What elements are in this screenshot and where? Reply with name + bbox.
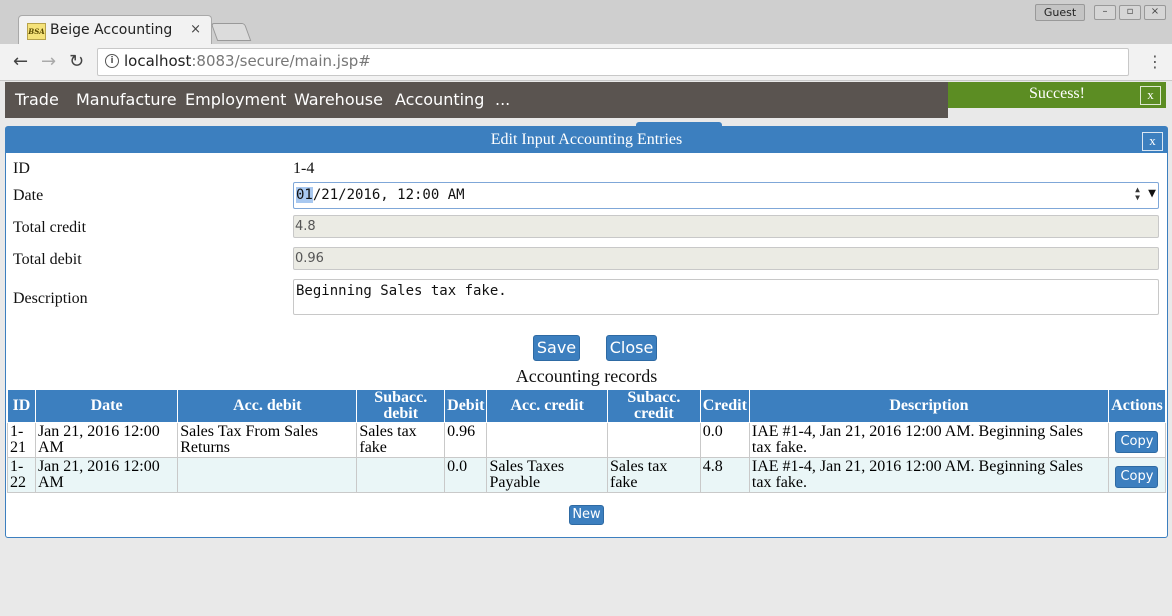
cell-subacc-debit: Sales tax fake	[356, 422, 446, 458]
cell-debit: 0.0	[444, 457, 488, 493]
tab-title: Beige Accounting	[50, 22, 173, 38]
dialog-close-button[interactable]: x	[1142, 132, 1163, 151]
close-button[interactable]: Close	[606, 335, 657, 361]
browser-tab[interactable]: BSA Beige Accounting ×	[18, 15, 212, 46]
table-row: 1-22 Jan 21, 2016 12:00 AM 0.0 Sales Tax…	[7, 457, 1167, 493]
col-header-acc-credit: Acc. credit	[486, 389, 608, 423]
url-host: localhost	[124, 52, 192, 70]
cell-actions: Copy	[1107, 422, 1167, 458]
browser-menu-icon[interactable]: ⋮	[1147, 52, 1163, 71]
col-header-date: Date	[34, 389, 179, 423]
cell-acc-debit: Sales Tax From Sales Returns	[177, 422, 358, 458]
description-textarea[interactable]: Beginning Sales tax fake.	[293, 279, 1159, 315]
date-spinner-icon[interactable]: ▲ ▼	[1135, 186, 1140, 202]
date-month-segment[interactable]: 01	[296, 187, 313, 203]
address-bar[interactable]: i localhost:8083/secure/main.jsp#	[97, 48, 1129, 76]
site-info-icon[interactable]: i	[105, 54, 119, 68]
tab-close-icon[interactable]: ×	[190, 22, 201, 37]
menu-item-manufacture[interactable]: Manufacture	[76, 90, 177, 109]
forward-icon[interactable]: →	[41, 51, 56, 72]
cell-date: Jan 21, 2016 12:00 AM	[34, 422, 179, 458]
cell-acc-debit	[177, 457, 358, 493]
id-value: 1-4	[293, 160, 315, 177]
description-label: Description	[13, 290, 88, 307]
cell-acc-credit: Sales Taxes Payable	[486, 457, 608, 493]
url-path: :8083/secure/main.jsp#	[191, 52, 371, 70]
app-favicon: BSA	[27, 23, 46, 40]
menu-item-trade[interactable]: Trade	[15, 90, 59, 109]
cell-credit: 0.0	[699, 422, 750, 458]
total-debit-label: Total debit	[13, 251, 82, 268]
new-record-button[interactable]: New	[569, 505, 604, 525]
save-button[interactable]: Save	[533, 335, 580, 361]
id-label: ID	[13, 160, 30, 177]
table-row: 1-21 Jan 21, 2016 12:00 AM Sales Tax Fro…	[7, 422, 1167, 458]
cell-id: 1-22	[7, 457, 36, 493]
records-title: Accounting records	[515, 366, 658, 386]
cell-debit: 0.96	[444, 422, 488, 458]
reload-icon[interactable]: ↻	[69, 51, 84, 72]
dialog-title: Edit Input Accounting Entries	[490, 131, 683, 148]
copy-button[interactable]: Copy	[1115, 431, 1159, 453]
copy-button[interactable]: Copy	[1115, 466, 1159, 488]
browser-titlebar: BSA Beige Accounting × Guest – ▫ ×	[0, 0, 1172, 46]
main-menu: Trade Manufacture Employment Warehouse A…	[5, 82, 948, 118]
total-credit-label: Total credit	[13, 219, 87, 236]
col-header-credit: Credit	[699, 389, 750, 423]
window-close-icon[interactable]: ×	[1144, 5, 1166, 20]
cell-subacc-debit	[356, 457, 446, 493]
total-debit-field: 0.96	[293, 247, 1159, 270]
col-header-debit: Debit	[444, 389, 488, 423]
menu-item-more[interactable]: ...	[495, 90, 510, 109]
date-rest: /21/2016, 12:00 AM	[312, 187, 465, 203]
cell-id: 1-21	[7, 422, 36, 458]
profile-badge[interactable]: Guest	[1035, 4, 1085, 21]
new-tab-button[interactable]	[210, 23, 252, 41]
maximize-icon[interactable]: ▫	[1119, 5, 1141, 20]
cell-description: IAE #1-4, Jan 21, 2016 12:00 AM. Beginni…	[748, 422, 1109, 458]
edit-entries-dialog: Edit Input Accounting Entries x ID 1-4 D…	[5, 126, 1168, 538]
minimize-icon[interactable]: –	[1094, 5, 1116, 20]
date-label: Date	[13, 187, 44, 204]
cell-description: IAE #1-4, Jan 21, 2016 12:00 AM. Beginni…	[748, 457, 1109, 493]
cell-subacc-credit	[607, 422, 701, 458]
dialog-header: Edit Input Accounting Entries x	[6, 127, 1167, 153]
col-header-actions: Actions	[1107, 389, 1167, 423]
table-header-row: ID Date Acc. debit Subacc. debit Debit A…	[7, 389, 1167, 423]
url-text: localhost:8083/secure/main.jsp#	[124, 52, 371, 70]
notification-close-button[interactable]: x	[1140, 86, 1161, 105]
col-header-subacc-debit: Subacc. debit	[356, 389, 446, 423]
back-icon[interactable]: ←	[13, 51, 28, 72]
menu-item-accounting[interactable]: Accounting	[395, 90, 484, 109]
browser-toolbar: ← → ↻ i localhost:8083/secure/main.jsp# …	[0, 44, 1172, 81]
col-header-subacc-credit: Subacc. credit	[607, 389, 701, 423]
cell-acc-credit	[486, 422, 608, 458]
total-credit-field: 4.8	[293, 215, 1159, 238]
menu-item-employment[interactable]: Employment	[185, 90, 286, 109]
col-header-description: Description	[748, 389, 1109, 423]
date-input[interactable]: 01/21/2016, 12:00 AM ▲ ▼ ▼	[293, 182, 1159, 209]
cell-credit: 4.8	[699, 457, 750, 493]
cell-actions: Copy	[1107, 457, 1167, 493]
cell-date: Jan 21, 2016 12:00 AM	[34, 457, 179, 493]
menu-item-warehouse[interactable]: Warehouse	[294, 90, 383, 109]
date-dropdown-icon[interactable]: ▼	[1148, 186, 1156, 201]
success-notification: Success! x	[948, 82, 1166, 108]
col-header-id: ID	[7, 389, 36, 423]
notification-text: Success!	[1029, 85, 1085, 102]
records-table: ID Date Acc. debit Subacc. debit Debit A…	[7, 389, 1167, 493]
cell-subacc-credit: Sales tax fake	[607, 457, 701, 493]
col-header-acc-debit: Acc. debit	[177, 389, 358, 423]
